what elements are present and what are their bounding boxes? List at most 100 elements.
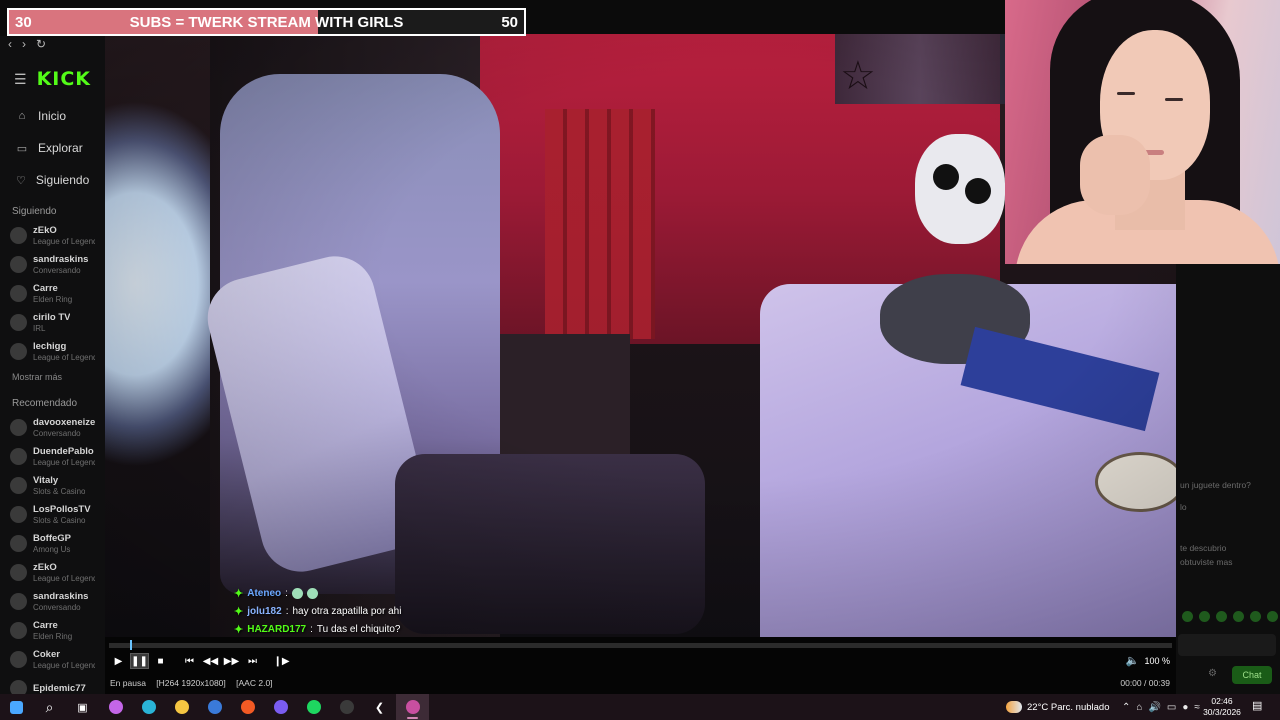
avatar [10,564,27,581]
forward-icon[interactable]: › [22,37,26,51]
sidebar-channel[interactable]: Carre Elden Ring [0,616,105,645]
sidebar-channel[interactable]: zEkO League of Legends [0,221,105,250]
avatar [10,343,27,360]
channel-name: sandraskins [33,253,89,265]
chat-input[interactable] [1178,634,1276,656]
task-view-icon[interactable]: ▣ [66,694,99,720]
emote-icon [306,587,318,599]
kick-nav: ⌂ Inicio ▭ Explorar ♡ Siguiendo [0,100,105,196]
skip-back-button[interactable]: ⏮ [180,653,199,669]
channel-category: Among Us [33,544,71,554]
emote-bar[interactable] [1182,611,1278,622]
media-player-icon[interactable] [396,694,429,720]
volume-control[interactable]: 🔈 100 % [1126,654,1170,667]
frame-step-button[interactable]: ❙▶ [272,653,291,669]
weather-widget[interactable]: 22°C Parc. nublado [1006,694,1110,720]
sidebar-channel[interactable]: Coker League of Legends [0,645,105,674]
badge-icon: ✦ [234,605,244,618]
taskbar: ⌕ ▣ ❮ 22°C Parc. nublado ⌃ ⌂ 🔊 ▭ ● ≈ 02:46… [0,694,1280,720]
forward-icon: ▶▶ [223,655,240,667]
seek-bar[interactable] [109,640,1172,650]
seek-handle[interactable] [130,640,133,650]
chat-message: un juguete dentro? [1180,480,1251,490]
stop-button[interactable]: ■ [151,653,170,669]
channel-category: League of Legends [33,573,95,583]
chat-message: obtuviste mas [1180,557,1233,567]
clock-date: 30/3/2026 [1203,707,1241,717]
sidebar-channel[interactable]: cirilo TV IRL [0,308,105,337]
sidebar-channel[interactable]: DuendePablo League of Legends [0,442,105,471]
channel-name: Epidemic77 [33,683,86,694]
start-icon[interactable] [0,694,33,720]
nav-item-inicio[interactable]: ⌂ Inicio [0,100,105,132]
avatar [10,285,27,302]
discord-icon[interactable] [264,694,297,720]
notification-icon[interactable]: ▤ [1252,699,1262,712]
rewind-icon: ◀◀ [202,655,219,667]
sidebar-channel[interactable]: sandraskins Conversando [0,250,105,279]
show-more-link[interactable]: Mostrar más [0,366,105,388]
chat-panel: un juguete dentro? lo te descubrio obtuv… [1176,264,1280,694]
hamburger-icon[interactable]: ☰ [14,71,27,88]
pause-button[interactable]: ❚❚ [130,653,149,669]
sidebar-channel[interactable]: zEkO League of Legends [0,558,105,587]
channel-name: davooxeneize [33,416,95,428]
channel-category: Slots & Casino [33,486,86,496]
network-icon[interactable]: ⌂ [1136,702,1142,713]
sub-goal-current: 30 [15,13,32,31]
overlay-chat-user: Ateneo [247,587,282,599]
speaker-icon[interactable]: 🔈 [1126,654,1140,667]
obs-icon[interactable] [330,694,363,720]
kick-sidebar: ☰ KICK ⌂ Inicio ▭ Explorar ♡ Siguiendo S… [0,36,105,694]
gear-icon[interactable]: ⚙ [1208,668,1217,679]
chat-send-button[interactable]: Chat [1232,666,1272,684]
microphone-icon[interactable]: ● [1182,702,1188,713]
sidebar-channel[interactable]: LosPollosTV Slots & Casino [0,500,105,529]
frame-step-icon: ❙▶ [273,655,290,667]
channel-category: IRL [33,323,46,333]
sidebar-channel[interactable]: Epidemic77 [0,674,105,694]
mail-icon[interactable] [198,694,231,720]
badge-icon: ✦ [234,587,244,600]
clock[interactable]: 02:46 30/3/2026 [1200,696,1244,718]
copilot-icon[interactable] [99,694,132,720]
sidebar-channel[interactable]: BoffeGP Among Us [0,529,105,558]
back-app-icon[interactable]: ❮ [363,694,396,720]
sidebar-channel[interactable]: davooxeneize Conversando [0,413,105,442]
compass-icon: ▭ [16,142,28,155]
badge-icon: ✦ [234,623,244,636]
channel-category: Conversando [33,602,81,612]
rewind-button[interactable]: ◀◀ [201,653,220,669]
overlay-chat: ✦ Ateneo : ✦ jolu182 : hay otra zapatill… [234,584,401,638]
search-icon[interactable]: ⌕ [33,694,66,720]
overlay-chat-line: ✦ HAZARD177 : Tu das el chiquito? [234,623,401,636]
partly-cloudy-icon [1006,701,1022,713]
chevron-up-icon[interactable]: ⌃ [1122,702,1130,713]
back-icon[interactable]: ‹ [8,37,12,51]
spotify-icon[interactable] [297,694,330,720]
sidebar-channel[interactable]: Carre Elden Ring [0,279,105,308]
sidebar-channel[interactable]: lechigg League of Legends [0,337,105,366]
play-button[interactable]: ▶ [109,653,128,669]
forward-button[interactable]: ▶▶ [222,653,241,669]
reload-icon[interactable]: ↻ [36,37,46,51]
brave-icon[interactable] [231,694,264,720]
battery-icon[interactable]: ▭ [1167,702,1176,713]
sidebar-channel[interactable]: sandraskins Conversando [0,587,105,616]
volume-icon[interactable]: 🔊 [1148,702,1160,713]
emote-icon [291,587,303,599]
weather-text: 22°C Parc. nublado [1027,701,1110,713]
nav-item-explorar[interactable]: ▭ Explorar [0,132,105,164]
file-explorer-icon[interactable] [165,694,198,720]
avatar [10,227,27,244]
webcam-overlay [1005,0,1280,264]
skip-forward-button[interactable]: ⏭ [243,653,262,669]
sidebar-channel[interactable]: Vitaly Slots & Casino [0,471,105,500]
avatar [10,256,27,273]
nav-item-siguiendo[interactable]: ♡ Siguiendo [0,164,105,196]
kick-logo[interactable]: KICK [37,68,91,90]
overlay-chat-user: jolu182 [247,605,282,617]
edge-icon[interactable] [132,694,165,720]
avatar [10,314,27,331]
playback-status: En pausa [110,678,146,688]
